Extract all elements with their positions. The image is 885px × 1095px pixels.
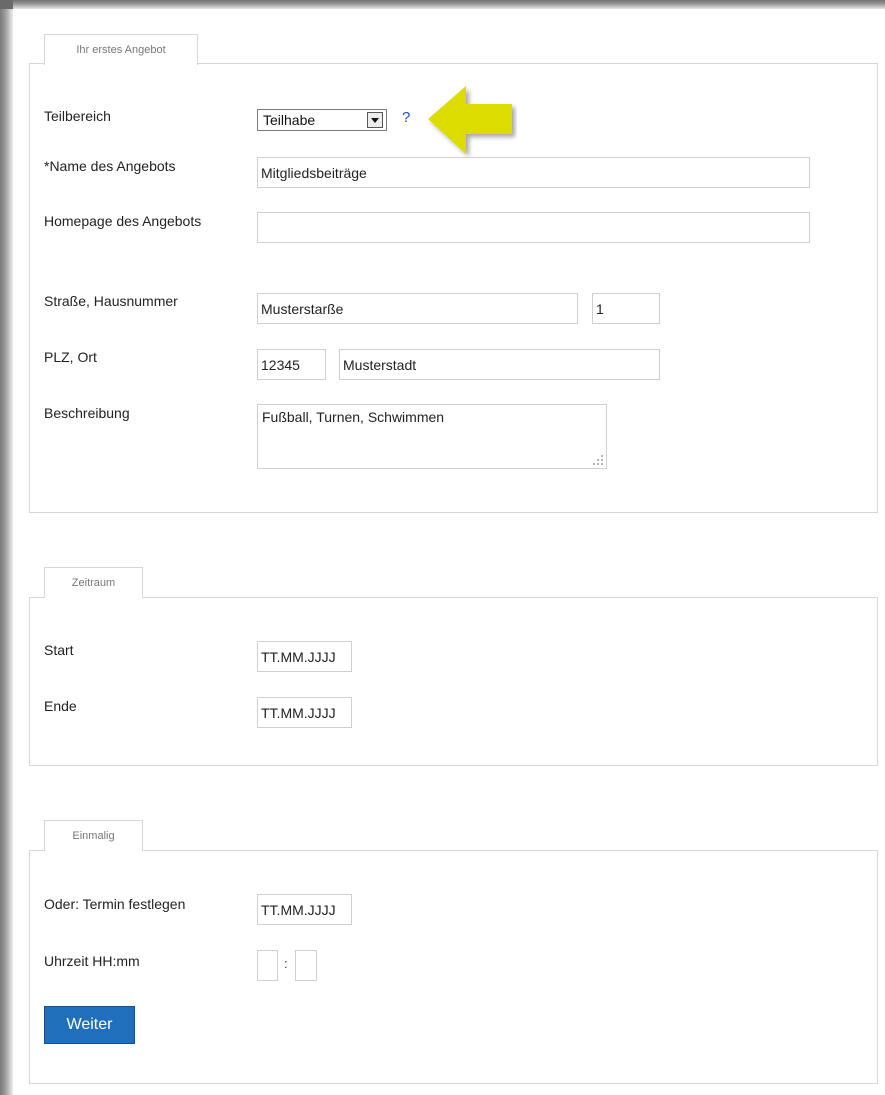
beschreibung-label: Beschreibung: [44, 405, 130, 421]
legend-einmalig: Einmalig: [44, 820, 143, 851]
uhrzeit-label: Uhrzeit HH:mm: [44, 953, 140, 969]
strasse-label: Straße, Hausnummer: [44, 293, 178, 309]
ort-input[interactable]: Musterstadt: [339, 349, 660, 380]
plz-ort-label: PLZ, Ort: [44, 349, 97, 365]
teilbereich-label: Teilbereich: [44, 108, 111, 124]
beschreibung-textarea[interactable]: Fußball, Turnen, Schwimmen: [257, 404, 607, 469]
fieldset-einmalig: [29, 850, 878, 1084]
window-shadow-corner: [0, 0, 13, 9]
strasse-input[interactable]: Musterstarße: [257, 293, 578, 324]
termin-date-input[interactable]: TT.MM.JJJJ: [257, 894, 352, 925]
weiter-button[interactable]: Weiter: [44, 1006, 135, 1044]
homepage-input[interactable]: [257, 212, 810, 243]
teilbereich-select[interactable]: Teilhabe: [257, 109, 387, 131]
time-separator: :: [284, 956, 288, 971]
legend-erstes-angebot: Ihr erstes Angebot: [44, 34, 198, 65]
beschreibung-text: Fußball, Turnen, Schwimmen: [262, 409, 445, 425]
homepage-label: Homepage des Angebots: [44, 213, 202, 229]
minute-input[interactable]: [295, 950, 317, 981]
resize-grip-icon[interactable]: [592, 454, 604, 466]
start-date-input[interactable]: TT.MM.JJJJ: [257, 641, 352, 672]
fieldset-zeitraum: [29, 597, 878, 766]
hour-input[interactable]: [257, 950, 278, 981]
name-label: *Name des Angebots: [44, 158, 176, 174]
teilbereich-selected-value: Teilhabe: [263, 112, 316, 128]
hausnummer-input[interactable]: 1: [592, 293, 660, 324]
plz-input[interactable]: 12345: [257, 349, 326, 380]
termin-label: Oder: Termin festlegen: [44, 896, 186, 912]
start-label: Start: [44, 642, 74, 658]
legend-zeitraum: Zeitraum: [44, 567, 143, 598]
ende-date-input[interactable]: TT.MM.JJJJ: [257, 697, 352, 728]
ende-label: Ende: [44, 698, 77, 714]
window-shadow-left: [0, 0, 13, 1095]
help-link[interactable]: ?: [402, 109, 410, 126]
chevron-down-icon[interactable]: [367, 112, 383, 128]
arrow-left-icon: [422, 82, 517, 162]
window-shadow-top: [0, 0, 885, 9]
name-input[interactable]: Mitgliedsbeiträge: [257, 157, 810, 188]
